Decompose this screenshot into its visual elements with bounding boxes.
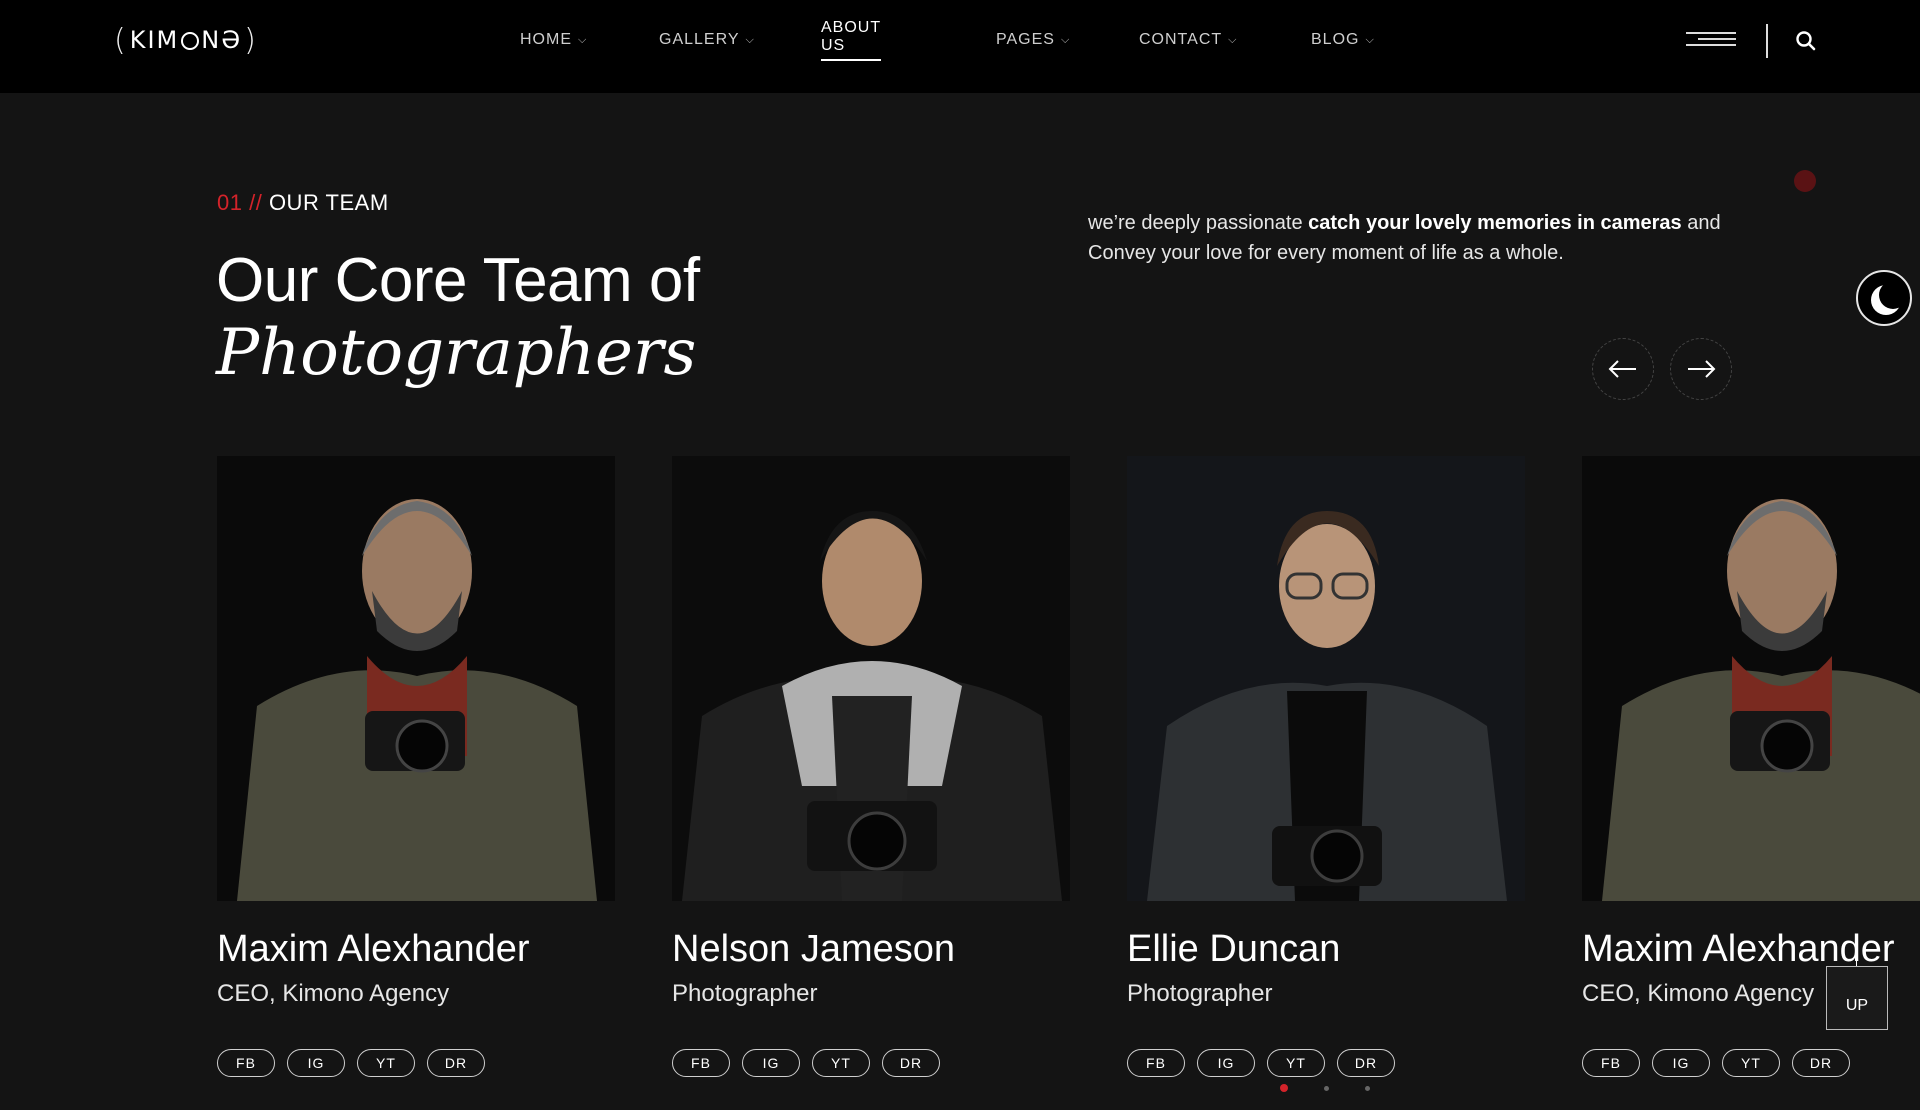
member-name: Maxim Alexhander [217, 928, 530, 970]
chevron-down-icon: ⌵ [1365, 33, 1375, 46]
section-eyebrow: 01 // OUR TEAM [217, 190, 389, 216]
section-title: Our Core Team of [216, 246, 700, 315]
social-dr-button[interactable]: DR [1337, 1049, 1395, 1077]
member-name: Ellie Duncan [1127, 928, 1341, 970]
member-role: Photographer [672, 980, 818, 1007]
social-yt-button[interactable]: YT [357, 1049, 415, 1077]
nav-blog-label: BLOG [1311, 31, 1360, 48]
chevron-down-icon: ⌵ [1060, 33, 1071, 46]
nav-contact-label: CONTACT [1139, 31, 1223, 48]
social-links: FB IG YT DR [672, 1049, 940, 1077]
social-dr-button[interactable]: DR [882, 1049, 940, 1077]
member-role: CEO, Kimono Agency [1582, 980, 1815, 1007]
team-photo[interactable] [1127, 456, 1525, 901]
nav-contact[interactable]: CONTACT ⌵ [1139, 28, 1237, 52]
social-fb-button[interactable]: FB [217, 1049, 275, 1077]
social-ig-button[interactable]: IG [742, 1049, 800, 1077]
section-title-italic: Photographers [216, 316, 697, 390]
member-role: CEO, Kimono Agency [217, 980, 450, 1007]
arrow-left-icon [1608, 360, 1636, 378]
social-links: FB IG YT DR [1127, 1049, 1395, 1077]
pagination-dot[interactable] [1365, 1085, 1370, 1091]
logo-text: KIM [129, 26, 180, 54]
blurb-text: we’re deeply passionate [1088, 212, 1309, 234]
pagination-dot[interactable] [1280, 1084, 1288, 1092]
team-photo[interactable] [1582, 456, 1920, 901]
menu-icon[interactable] [1686, 32, 1736, 48]
logo[interactable]: ( KIM NƏ ) [114, 22, 258, 58]
carousel-next-button[interactable] [1670, 338, 1732, 400]
social-fb-button[interactable]: FB [1582, 1049, 1640, 1077]
nav-gallery-label: GALLERY [659, 31, 740, 48]
header-divider [1766, 24, 1768, 58]
social-yt-button[interactable]: YT [1722, 1049, 1780, 1077]
site-header: ( KIM NƏ ) HOME ⌵ GALLERY ⌵ ABOUT US PAG… [0, 0, 1920, 93]
nav-gallery[interactable]: GALLERY ⌵ [659, 28, 755, 52]
nav-about-us[interactable]: ABOUT US [821, 19, 881, 61]
chevron-down-icon: ⌵ [1228, 33, 1238, 46]
member-name: Maxim Alexhander [1582, 928, 1895, 970]
social-yt-button[interactable]: YT [1267, 1049, 1325, 1077]
social-dr-button[interactable]: DR [427, 1049, 485, 1077]
chevron-down-icon: ⌵ [745, 33, 755, 46]
logo-bracket-right: ) [244, 22, 258, 58]
team-card[interactable]: Ellie Duncan Photographer FB IG YT DR [1127, 456, 1525, 1077]
nav-home-label: HOME [520, 31, 572, 48]
pagination-dot[interactable] [1324, 1085, 1329, 1091]
chevron-down-icon: ⌵ [578, 33, 588, 46]
social-links: FB IG YT DR [217, 1049, 485, 1077]
social-fb-button[interactable]: FB [672, 1049, 730, 1077]
blurb-bold: catch your lovely memories in cameras [1308, 212, 1682, 234]
nav-blog[interactable]: BLOG ⌵ [1311, 28, 1375, 52]
nav-pages-label: PAGES [996, 31, 1055, 48]
logo-aperture-icon [181, 32, 200, 50]
member-name: Nelson Jameson [672, 928, 956, 970]
logo-bracket-left: ( [114, 22, 128, 58]
section-blurb: we’re deeply passionate catch your lovel… [1088, 208, 1768, 268]
social-yt-button[interactable]: YT [812, 1049, 870, 1077]
arrow-right-icon [1688, 360, 1716, 378]
team-card[interactable]: Nelson Jameson Photographer FB IG YT DR [672, 456, 1070, 1077]
social-ig-button[interactable]: IG [1652, 1049, 1710, 1077]
search-icon[interactable] [1795, 30, 1817, 52]
section-eyebrow-label: OUR TEAM [268, 190, 389, 215]
scroll-up-button[interactable]: UP [1826, 966, 1888, 1030]
carousel-prev-button[interactable] [1592, 338, 1654, 400]
social-ig-button[interactable]: IG [1197, 1049, 1255, 1077]
social-links: FB IG YT DR [1582, 1049, 1850, 1077]
social-ig-button[interactable]: IG [287, 1049, 345, 1077]
member-role: Photographer [1127, 980, 1273, 1007]
dark-mode-toggle[interactable] [1856, 270, 1912, 326]
team-photo[interactable] [217, 456, 615, 901]
nav-about-label: ABOUT US [821, 19, 881, 61]
team-photo[interactable] [672, 456, 1070, 901]
logo-text-end: NƏ [201, 26, 243, 54]
nav-home[interactable]: HOME ⌵ [520, 28, 587, 52]
social-fb-button[interactable]: FB [1127, 1049, 1185, 1077]
team-card[interactable]: Maxim Alexhander CEO, Kimono Agency FB I… [217, 456, 615, 1077]
decorative-dot [1794, 170, 1816, 192]
section-number: 01 // [217, 190, 263, 215]
moon-icon [1871, 281, 1907, 315]
carousel-pagination [1280, 1084, 1370, 1092]
nav-pages[interactable]: PAGES ⌵ [996, 28, 1070, 52]
social-dr-button[interactable]: DR [1792, 1049, 1850, 1077]
